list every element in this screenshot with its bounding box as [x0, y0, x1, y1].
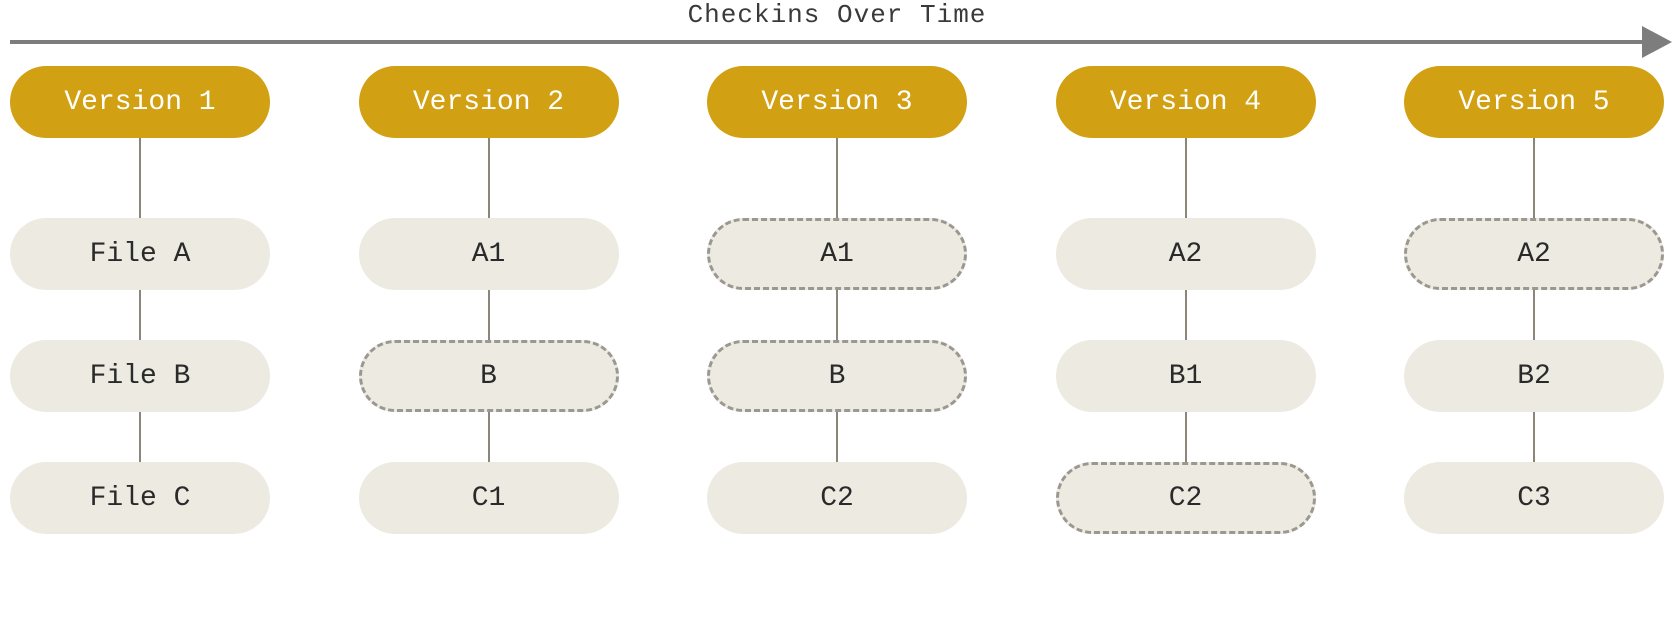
diagram: Checkins Over Time Version 1 File A File… [0, 0, 1674, 639]
file-node: B1 [1056, 340, 1316, 412]
file-node: A2 [1056, 218, 1316, 290]
version-header: Version 4 [1056, 66, 1316, 138]
file-node: C2 [707, 462, 967, 534]
column-spine [139, 102, 141, 498]
file-node: B2 [1404, 340, 1664, 412]
file-node-unchanged: C2 [1056, 462, 1316, 534]
file-node-unchanged: B [707, 340, 967, 412]
columns-container: Version 1 File A File B File C Version 2… [10, 66, 1664, 534]
file-node: File C [10, 462, 270, 534]
file-node: File B [10, 340, 270, 412]
file-node-unchanged: A1 [707, 218, 967, 290]
version-header: Version 1 [10, 66, 270, 138]
column-spine [1533, 102, 1535, 498]
column-spine [488, 102, 490, 498]
version-column: Version 1 File A File B File C [10, 66, 270, 534]
file-node-unchanged: A2 [1404, 218, 1664, 290]
file-node: C1 [359, 462, 619, 534]
version-column: Version 2 A1 B C1 [359, 66, 619, 534]
diagram-title: Checkins Over Time [0, 0, 1674, 30]
file-node: File A [10, 218, 270, 290]
column-spine [1185, 102, 1187, 498]
timeline-arrow-head-icon [1642, 26, 1672, 58]
column-spine [836, 102, 838, 498]
timeline-arrow-line [10, 40, 1644, 44]
file-node-unchanged: B [359, 340, 619, 412]
version-column: Version 4 A2 B1 C2 [1056, 66, 1316, 534]
version-header: Version 2 [359, 66, 619, 138]
version-column: Version 5 A2 B2 C3 [1404, 66, 1664, 534]
version-header: Version 3 [707, 66, 967, 138]
version-header: Version 5 [1404, 66, 1664, 138]
file-node: A1 [359, 218, 619, 290]
version-column: Version 3 A1 B C2 [707, 66, 967, 534]
file-node: C3 [1404, 462, 1664, 534]
